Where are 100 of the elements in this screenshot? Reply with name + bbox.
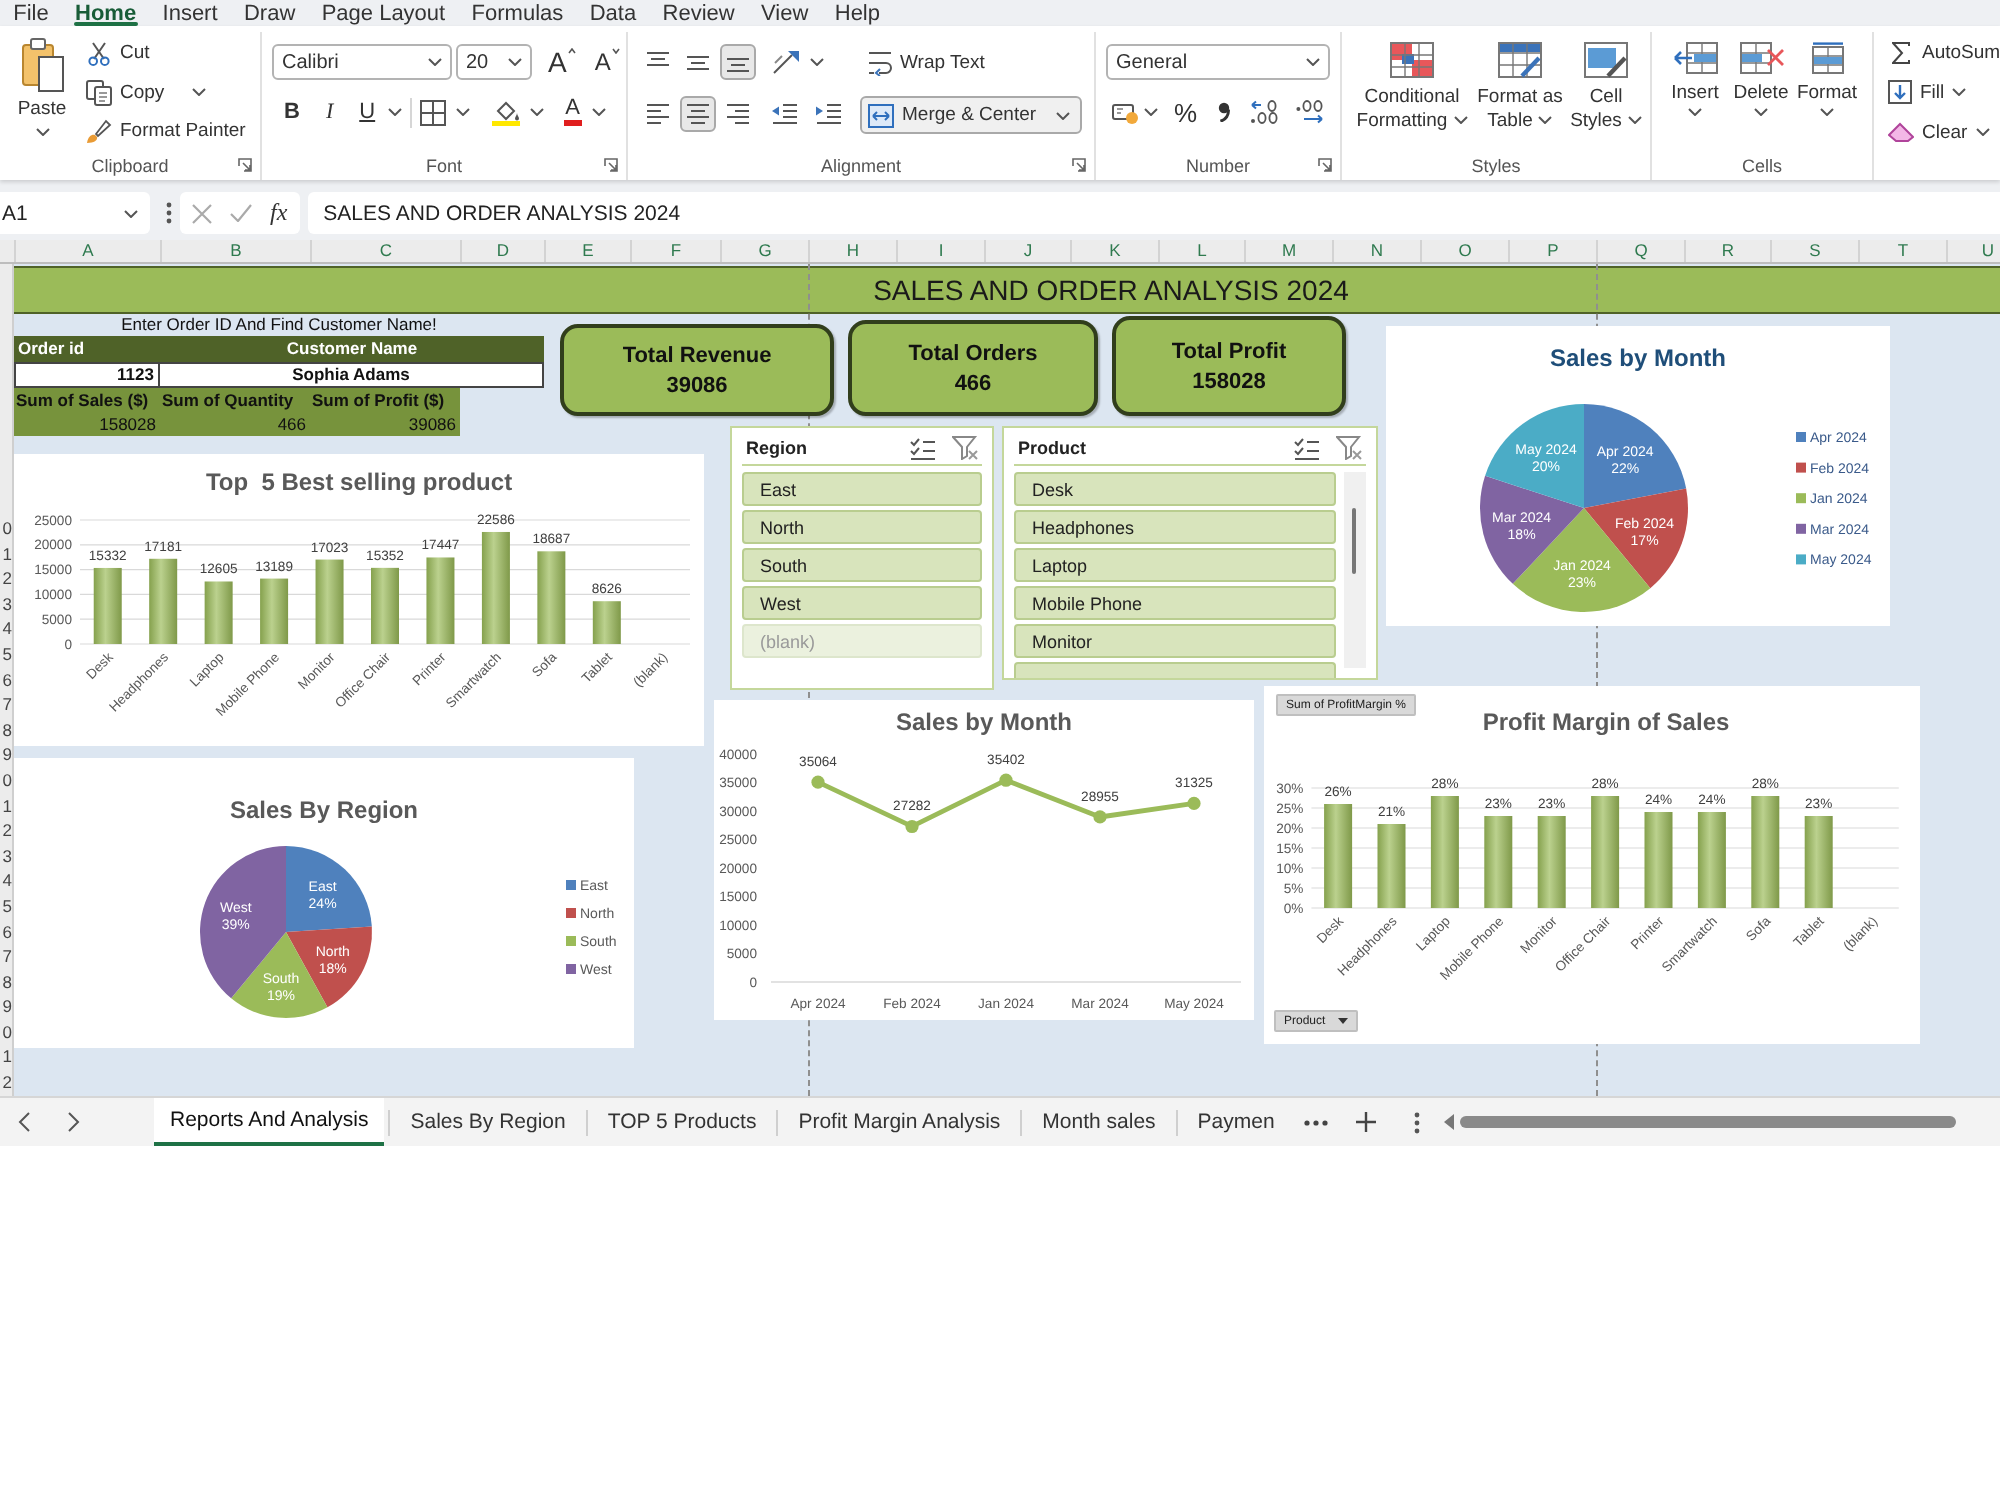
row-number[interactable]: 4 bbox=[0, 616, 12, 642]
dialog-launcher-icon[interactable] bbox=[1318, 158, 1332, 172]
italic-button[interactable]: I bbox=[325, 96, 334, 128]
row-number[interactable]: 2 bbox=[0, 566, 12, 592]
fill-down-icon[interactable] bbox=[1888, 80, 1912, 104]
column-header[interactable]: S bbox=[1770, 240, 1858, 262]
align-center-icon[interactable] bbox=[686, 104, 710, 124]
column-header[interactable]: H bbox=[808, 240, 896, 262]
scrollbar[interactable] bbox=[1344, 472, 1366, 668]
column-header[interactable]: R bbox=[1684, 240, 1770, 262]
row-number[interactable]: 8 bbox=[0, 969, 12, 995]
caret-icon[interactable] bbox=[124, 210, 138, 218]
clear-filter-icon[interactable] bbox=[1336, 436, 1362, 460]
column-header[interactable]: U bbox=[1946, 240, 2000, 262]
format-cells-icon[interactable] bbox=[1811, 42, 1843, 74]
decrease-font-size-button[interactable]: A bbox=[594, 47, 621, 77]
slicer-item[interactable]: Mobile Phone bbox=[1014, 586, 1336, 620]
formula-field[interactable]: SALES AND ORDER ANALYSIS 2024 bbox=[307, 192, 2000, 234]
menu-tab[interactable]: Insert bbox=[149, 0, 231, 26]
slicer-item[interactable]: North bbox=[742, 510, 982, 544]
clear-filter-icon[interactable] bbox=[952, 436, 978, 460]
scrollbar-thumb[interactable] bbox=[1460, 1116, 1956, 1128]
insert-function-button[interactable]: fx bbox=[270, 198, 288, 228]
format-painter-button[interactable]: Format Painter bbox=[86, 112, 246, 150]
percent-button[interactable]: % bbox=[1174, 96, 1198, 128]
slicer-item[interactable]: Headphones bbox=[1014, 510, 1336, 544]
borders-icon[interactable] bbox=[419, 99, 446, 125]
more-options-icon[interactable] bbox=[166, 202, 172, 224]
column-header[interactable]: O bbox=[1420, 240, 1508, 262]
caret-up-icon[interactable] bbox=[568, 47, 577, 53]
column-header[interactable]: T bbox=[1858, 240, 1946, 262]
sheet-tab[interactable]: TOP 5 Products bbox=[591, 1098, 773, 1146]
align-left-icon[interactable] bbox=[646, 104, 670, 124]
column-header[interactable]: N bbox=[1332, 240, 1420, 262]
accounting-format-icon[interactable] bbox=[1112, 100, 1138, 124]
slicer-item[interactable]: Desk bbox=[1014, 472, 1336, 506]
row-number[interactable]: 9 bbox=[0, 742, 12, 768]
sum-icon[interactable] bbox=[1892, 41, 1910, 63]
column-header[interactable]: E bbox=[544, 240, 630, 262]
sheet-tab[interactable]: Sales By Region bbox=[394, 1098, 582, 1146]
bold-button[interactable]: B bbox=[284, 96, 300, 128]
caret-icon[interactable] bbox=[455, 108, 470, 116]
dialog-launcher-icon[interactable] bbox=[604, 158, 618, 172]
caret-icon[interactable] bbox=[1056, 111, 1070, 119]
insert-cells-icon[interactable] bbox=[1673, 42, 1717, 74]
comma-style-icon[interactable] bbox=[1217, 102, 1230, 122]
fill-button[interactable]: Fill bbox=[1888, 72, 2000, 112]
format-cells-button[interactable]: Format bbox=[1794, 42, 1860, 116]
column-header[interactable]: B bbox=[160, 240, 310, 262]
multi-select-icon[interactable] bbox=[1294, 437, 1320, 459]
caret-icon[interactable] bbox=[1952, 88, 1967, 96]
increase-font-size-button[interactable]: A bbox=[548, 47, 577, 77]
menu-tab[interactable]: View bbox=[747, 0, 822, 26]
caret-icon[interactable] bbox=[1453, 116, 1468, 125]
align-right-icon[interactable] bbox=[726, 104, 750, 124]
copy-icon[interactable] bbox=[86, 79, 112, 105]
row-number[interactable]: 9 bbox=[0, 994, 12, 1020]
caret-icon[interactable] bbox=[1144, 108, 1158, 116]
column-header[interactable]: F bbox=[630, 240, 720, 262]
number-format-dropdown[interactable]: General bbox=[1106, 44, 1330, 80]
slicer-item[interactable]: South bbox=[742, 548, 982, 582]
menu-tab[interactable]: Review bbox=[649, 0, 748, 26]
row-number[interactable]: 6 bbox=[0, 667, 12, 693]
row-number[interactable]: 8 bbox=[0, 717, 12, 743]
row-number[interactable]: 5 bbox=[0, 893, 12, 919]
caret-icon[interactable] bbox=[1688, 108, 1702, 116]
align-bottom-button[interactable] bbox=[720, 44, 756, 80]
align-top-icon[interactable] bbox=[646, 52, 670, 66]
increase-indent-icon[interactable] bbox=[816, 104, 842, 124]
align-bottom-icon[interactable] bbox=[726, 58, 750, 72]
row-number[interactable]: 0 bbox=[0, 516, 12, 542]
cell-brush-icon[interactable] bbox=[1584, 42, 1628, 78]
cut-button[interactable]: Cut bbox=[86, 34, 246, 72]
menu-tab[interactable]: File bbox=[0, 0, 62, 26]
paste-icon[interactable] bbox=[20, 38, 64, 92]
delete-cells-button[interactable]: Delete bbox=[1728, 42, 1794, 116]
slicer-item[interactable]: East bbox=[742, 472, 982, 506]
paste-button[interactable]: Paste bbox=[0, 34, 84, 136]
row-number[interactable]: 3 bbox=[0, 843, 12, 869]
column-header[interactable]: C bbox=[310, 240, 460, 262]
chevron-right-icon[interactable] bbox=[68, 1112, 80, 1132]
text-orientation-icon[interactable] bbox=[772, 50, 800, 74]
column-header[interactable]: L bbox=[1158, 240, 1244, 262]
caret-icon[interactable] bbox=[1627, 116, 1642, 125]
autosum-button[interactable]: AutoSum bbox=[1888, 32, 2000, 72]
order-id-cell[interactable]: 1123 bbox=[14, 362, 160, 388]
column-header[interactable]: A bbox=[14, 240, 160, 262]
clear-button[interactable]: Clear bbox=[1888, 112, 2000, 152]
delete-cells-icon[interactable] bbox=[1739, 42, 1783, 74]
table-brush-icon[interactable] bbox=[1498, 42, 1542, 78]
caret-icon[interactable] bbox=[591, 108, 606, 116]
menu-tab[interactable]: Home bbox=[61, 0, 150, 26]
slicer-item[interactable]: Laptop bbox=[1014, 548, 1336, 582]
scissors-icon[interactable] bbox=[88, 41, 110, 65]
caret-icon[interactable] bbox=[508, 58, 522, 66]
caret-icon[interactable] bbox=[1337, 1018, 1348, 1024]
column-header[interactable]: D bbox=[460, 240, 544, 262]
caret-icon[interactable] bbox=[1754, 108, 1768, 116]
dialog-launcher-icon[interactable] bbox=[1072, 158, 1086, 172]
more-options-icon[interactable] bbox=[1414, 1111, 1421, 1133]
